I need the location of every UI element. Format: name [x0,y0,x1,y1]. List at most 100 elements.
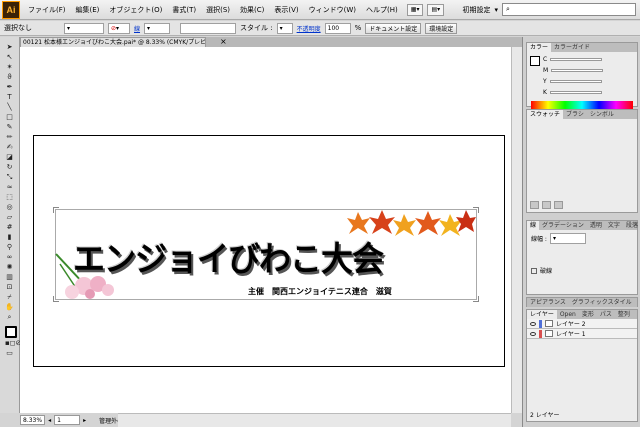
gradient-tool-icon[interactable]: ▮ [5,233,14,242]
blob-brush-tool-icon[interactable]: ✍ [5,143,14,152]
tab-graphic-styles[interactable]: グラフィックスタイル [569,298,635,307]
shape-builder-tool-icon[interactable]: ◎ [5,203,14,212]
visibility-eye-icon[interactable] [530,331,536,336]
tab-pathfinder[interactable]: パス [597,310,615,319]
opacity-label-link[interactable]: 不透明度 [297,24,321,33]
color-spectrum[interactable] [531,101,633,109]
menu-file[interactable]: ファイル(F) [23,5,71,15]
tab-character[interactable]: 文字 [605,221,623,230]
search-input[interactable]: ⌕ [502,3,636,16]
preferences-button[interactable]: 環境設定 [425,22,458,34]
rotate-tool-icon[interactable]: ↻ [5,163,14,172]
menu-help[interactable]: ヘルプ(H) [361,5,403,15]
app-logo: Ai [2,0,20,19]
zoom-tool-icon[interactable]: ⌕ [5,313,14,322]
menu-window[interactable]: ウィンドウ(W) [304,5,361,15]
brush-definition-field[interactable] [180,22,237,34]
cyan-slider-row[interactable]: C [527,54,637,65]
menu-select[interactable]: 選択(S) [201,5,235,15]
magic-wand-tool-icon[interactable]: ✶ [5,63,14,72]
yellow-slider-row[interactable]: Y [527,76,637,87]
opacity-field[interactable]: 100 [324,22,351,34]
artboard-number-field[interactable]: 1 [54,415,81,425]
magenta-slider-row[interactable]: M [527,65,637,76]
canvas-area[interactable]: エンジョイびわこ大会 主催 関西エンジョイテニス連合 滋賀 [20,47,522,413]
selection-tool-icon[interactable]: ➤ [5,43,14,52]
horizontal-scrollbar[interactable] [118,413,511,427]
stroke-weight-input[interactable]: ▾ [549,233,586,244]
artboard-tool-icon[interactable]: ⊡ [5,283,14,292]
arrange-documents-button[interactable]: ▤▾ [427,3,445,16]
stroke-weight-field[interactable]: ▾ [144,22,171,34]
free-transform-tool-icon[interactable]: ⬚ [5,193,14,202]
black-slider-row[interactable]: K [527,87,637,98]
swatch-library-icon[interactable] [530,201,539,209]
fill-stroke-swatch-icon[interactable] [5,326,17,338]
eyedropper-tool-icon[interactable]: ⚲ [5,243,14,252]
hand-tool-icon[interactable]: ✋ [5,303,14,312]
tab-swatches[interactable]: スウォッチ [527,110,564,119]
fill-color-picker[interactable]: ▾ [64,22,104,34]
style-picker[interactable]: ▾ [276,22,293,34]
fill-swatch[interactable] [530,56,540,66]
type-tool-icon[interactable]: T [5,93,14,102]
menu-object[interactable]: オブジェクト(O) [104,5,167,15]
tab-brushes[interactable]: ブラシ [563,110,587,119]
dashed-line-label: 破線 [540,268,553,275]
tab-layers[interactable]: レイヤー [527,310,557,319]
menu-effect[interactable]: 効果(C) [235,5,269,15]
tab-gradient[interactable]: グラデーション [539,221,587,230]
layer-row[interactable]: レイヤー 2 [527,319,637,329]
close-icon[interactable]: × [220,37,227,46]
delete-swatch-icon[interactable] [554,201,563,209]
rectangle-tool-icon[interactable]: □ [5,113,14,122]
layer-row[interactable]: レイヤー 1 [527,329,637,339]
eraser-tool-icon[interactable]: ◪ [5,153,14,162]
paintbrush-tool-icon[interactable]: ✎ [5,123,14,132]
color-mode-icons[interactable]: ▪◻⊘ [5,339,21,348]
stroke-color-picker[interactable]: ⊘ ▾ [108,22,130,34]
workspace-switcher[interactable]: 初期設定 [462,5,490,15]
slice-tool-icon[interactable]: ⌿ [5,293,14,302]
pen-tool-icon[interactable]: ✒ [5,83,14,92]
tab-symbols[interactable]: シンボル [587,110,617,119]
artboard[interactable]: エンジョイびわこ大会 主催 関西エンジョイテニス連合 滋賀 [33,135,505,367]
new-swatch-icon[interactable] [542,201,551,209]
crop-mark [473,296,479,302]
column-graph-tool-icon[interactable]: ▥ [5,273,14,282]
tab-transform[interactable]: 変形 [579,310,597,319]
menu-edit[interactable]: 編集(E) [71,5,105,15]
banner-artwork[interactable]: エンジョイびわこ大会 主催 関西エンジョイテニス連合 滋賀 [53,207,479,302]
lasso-tool-icon[interactable]: ϑ [5,73,14,82]
screen-mode-icon[interactable]: ▭ [5,349,14,358]
blend-tool-icon[interactable]: ∞ [5,253,14,262]
scale-tool-icon[interactable]: ⤡ [5,173,14,182]
prev-artboard-icon[interactable]: ◂ [48,417,51,424]
tab-appearance[interactable]: アピアランス [527,298,569,307]
stroke-label-link[interactable]: 線 [134,24,140,33]
direct-selection-tool-icon[interactable]: ↖ [5,53,14,62]
tab-transparency[interactable]: 透明 [587,221,605,230]
visibility-eye-icon[interactable] [530,321,536,326]
tab-stroke[interactable]: 線 [527,221,540,230]
mesh-tool-icon[interactable]: # [5,223,14,232]
tab-paragraph[interactable]: 段落 [623,221,640,230]
tab-align[interactable]: 整列 [615,310,633,319]
bridge-button[interactable]: ▦▾ [406,3,424,16]
tab-color[interactable]: カラー [527,43,552,52]
line-tool-icon[interactable]: ╲ [5,103,14,112]
document-tab[interactable]: 00121 松本様エンジョイびわこ大会.pai* @ 8.33% (CMYK/プ… [20,37,206,47]
zoom-field[interactable]: 8.33% [20,415,46,425]
vertical-scrollbar[interactable] [511,47,522,413]
menu-type[interactable]: 書式(T) [167,5,201,15]
perspective-grid-tool-icon[interactable]: ▱ [5,213,14,222]
menu-view[interactable]: 表示(V) [269,5,303,15]
checkbox[interactable] [531,267,537,274]
symbol-sprayer-tool-icon[interactable]: ✺ [5,263,14,272]
warp-tool-icon[interactable]: ≈ [5,183,14,192]
next-artboard-icon[interactable]: ▸ [83,417,86,424]
tab-open[interactable]: Open [557,310,579,319]
pencil-tool-icon[interactable]: ✏ [5,133,14,142]
tab-color-guide[interactable]: カラーガイド [551,43,593,52]
document-setup-button[interactable]: ドキュメント設定 [365,22,422,34]
